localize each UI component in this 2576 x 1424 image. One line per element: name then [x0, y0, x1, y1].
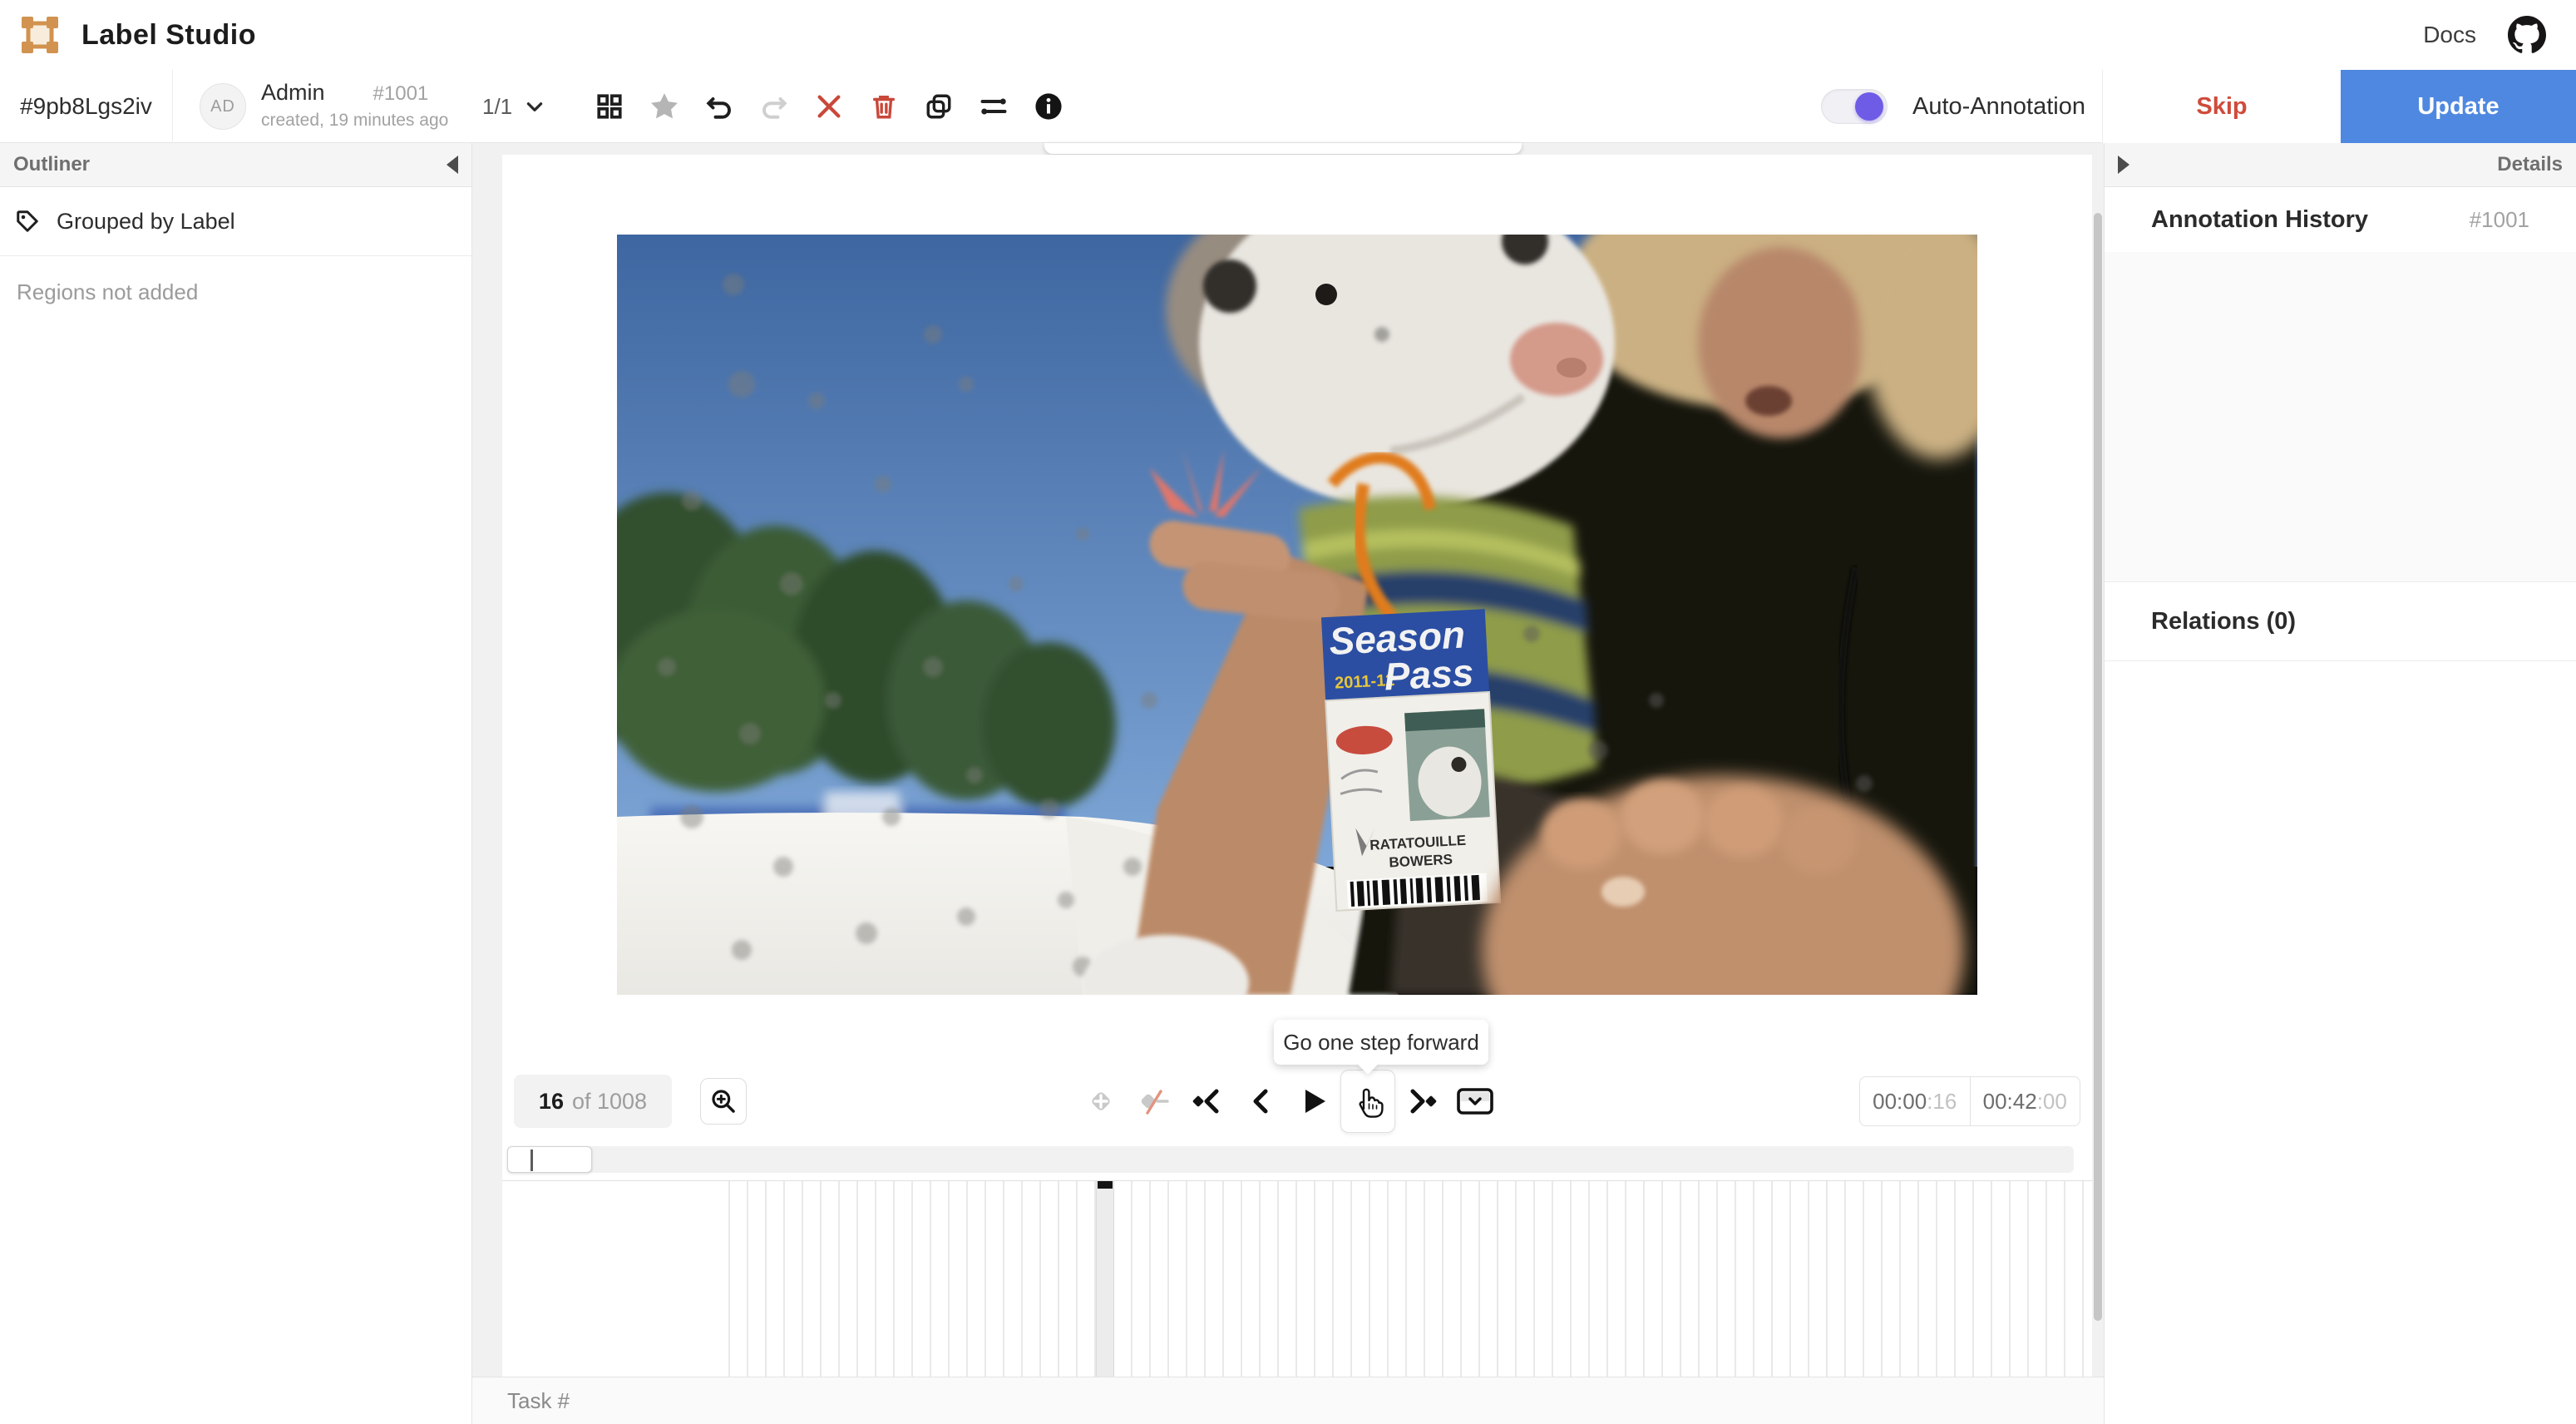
- annotation-card: Season 2011-12 Pass RATATOUILLE BOWERS: [502, 155, 2092, 1377]
- duration-time-frames: :00: [2037, 1089, 2067, 1115]
- details-header: Details: [2105, 143, 2576, 187]
- label-studio-logo-icon[interactable]: [20, 15, 60, 55]
- playback-controls: [1074, 1070, 1502, 1133]
- redo-icon[interactable]: [747, 70, 802, 143]
- position-time[interactable]: 00:00:16: [1860, 1077, 1970, 1125]
- step-back-button[interactable]: [1234, 1070, 1287, 1133]
- seek-cursor: [530, 1150, 533, 1171]
- details-panel: Details Annotation History #1001 Relatio…: [2104, 143, 2576, 1424]
- timeline-seekbar[interactable]: [507, 1146, 2074, 1173]
- position-time-frames: :16: [1927, 1089, 1957, 1115]
- season-pass-badge: Season 2011-12 Pass RATATOUILLE BOWERS: [1321, 609, 1500, 911]
- timeline-grid: [728, 1181, 2092, 1377]
- label-studio-app: Label Studio Docs #9pb8Lgs2iv AD Admin #…: [0, 0, 2576, 1424]
- reject-icon[interactable]: [802, 70, 856, 143]
- avatar[interactable]: AD: [200, 83, 246, 130]
- auto-annotation-label: Auto-Annotation: [1912, 93, 2085, 121]
- duration-time-main: 00:42: [1983, 1089, 2037, 1115]
- frame-counter[interactable]: 16 of 1008: [514, 1075, 672, 1128]
- details-title: Details: [2497, 153, 2563, 176]
- annotation-pager[interactable]: 1/1: [482, 70, 545, 143]
- playhead-cap[interactable]: [1098, 1181, 1113, 1189]
- star-icon[interactable]: [637, 70, 692, 143]
- update-button[interactable]: Update: [2341, 70, 2576, 143]
- main-content: Season 2011-12 Pass RATATOUILLE BOWERS: [472, 143, 2104, 1424]
- pager-value: 1/1: [482, 94, 512, 120]
- duplicate-icon[interactable]: [911, 70, 966, 143]
- play-button[interactable]: [1287, 1070, 1340, 1133]
- frame-current: 16: [539, 1089, 564, 1115]
- relations-label: Relations (0): [2151, 608, 2296, 635]
- regions-empty-text: Regions not added: [0, 256, 471, 329]
- collapse-right-icon[interactable]: [2118, 156, 2129, 174]
- vertical-scrollbar[interactable]: [2094, 213, 2102, 1321]
- chevron-down-icon: [524, 96, 545, 117]
- keyframe-add-button[interactable]: [1074, 1070, 1128, 1133]
- app-header: Label Studio Docs: [0, 0, 2576, 70]
- task-band: Task #: [472, 1377, 2104, 1424]
- annotation-created: created, 19 minutes ago: [261, 111, 477, 131]
- annotation-toolbar: #9pb8Lgs2iv AD Admin #1001 created, 19 m…: [0, 70, 2576, 143]
- tag-icon: [15, 209, 40, 234]
- task-label: Task #: [507, 1388, 570, 1414]
- hand-cursor-icon: [1350, 1084, 1385, 1119]
- position-time-main: 00:00: [1873, 1089, 1927, 1115]
- relations-row[interactable]: Relations (0): [2105, 581, 2576, 661]
- step-forward-button[interactable]: [1340, 1070, 1395, 1133]
- video-canvas[interactable]: Season 2011-12 Pass RATATOUILLE BOWERS: [617, 235, 1977, 995]
- group-by-label-row[interactable]: Grouped by Label: [0, 187, 471, 256]
- annotation-history-label: Annotation History: [2151, 206, 2368, 234]
- docs-link[interactable]: Docs: [2423, 22, 2476, 48]
- delete-icon[interactable]: [856, 70, 911, 143]
- scrolled-toolbar-peek: [1044, 143, 1522, 154]
- annotation-meta: Admin #1001 created, 19 minutes ago: [261, 80, 477, 131]
- zoom-in-icon: [710, 1088, 737, 1115]
- toggle-knob: [1855, 92, 1883, 121]
- skip-button[interactable]: Skip: [2102, 70, 2341, 143]
- outliner-panel: Outliner Grouped by Label Regions not ad…: [0, 143, 472, 1424]
- duration-time: 00:42:00: [1970, 1077, 2080, 1125]
- auto-annotation-control: Auto-Annotation: [1821, 70, 2085, 143]
- toolbar-icon-group: [582, 70, 1076, 143]
- github-icon[interactable]: [2508, 16, 2546, 54]
- badge-line2: Pass: [1383, 650, 1474, 699]
- task-id[interactable]: #9pb8Lgs2iv: [0, 70, 173, 143]
- outliner-title: Outliner: [13, 153, 90, 176]
- time-display: 00:00:16 00:42:00: [1859, 1076, 2080, 1126]
- timeline-collapse-button[interactable]: [1448, 1070, 1502, 1133]
- timeline-frames[interactable]: [502, 1180, 2092, 1377]
- info-icon[interactable]: [1021, 70, 1076, 143]
- annotation-history-id: #1001: [2470, 207, 2529, 233]
- frame-total: of 1008: [572, 1089, 647, 1115]
- outliner-header: Outliner: [0, 143, 471, 187]
- video-scene: Season 2011-12 Pass RATATOUILLE BOWERS: [617, 235, 1977, 995]
- badge-name2: BOWERS: [1389, 852, 1453, 871]
- grid-view-icon[interactable]: [582, 70, 637, 143]
- group-by-label-text: Grouped by Label: [57, 209, 235, 235]
- prev-keyframe-button[interactable]: [1181, 1070, 1234, 1133]
- undo-icon[interactable]: [692, 70, 747, 143]
- app-title: Label Studio: [81, 19, 256, 52]
- tooltip: Go one step forward: [1274, 1020, 1488, 1065]
- keyframe-remove-button[interactable]: [1128, 1070, 1181, 1133]
- zoom-in-button[interactable]: [700, 1078, 747, 1125]
- seek-handle[interactable]: [507, 1146, 592, 1173]
- annotator-name: Admin: [261, 80, 325, 106]
- annotation-history-empty: [2105, 252, 2576, 581]
- settings-icon[interactable]: [966, 70, 1021, 143]
- annotation-history-row[interactable]: Annotation History #1001: [2105, 187, 2576, 252]
- playhead-column[interactable]: [1096, 1181, 1114, 1377]
- collapse-left-icon[interactable]: [447, 156, 458, 174]
- header-right: Docs: [2423, 16, 2576, 54]
- annotation-id: #1001: [373, 82, 429, 106]
- next-keyframe-button[interactable]: [1395, 1070, 1448, 1133]
- auto-annotation-toggle[interactable]: [1821, 89, 1888, 124]
